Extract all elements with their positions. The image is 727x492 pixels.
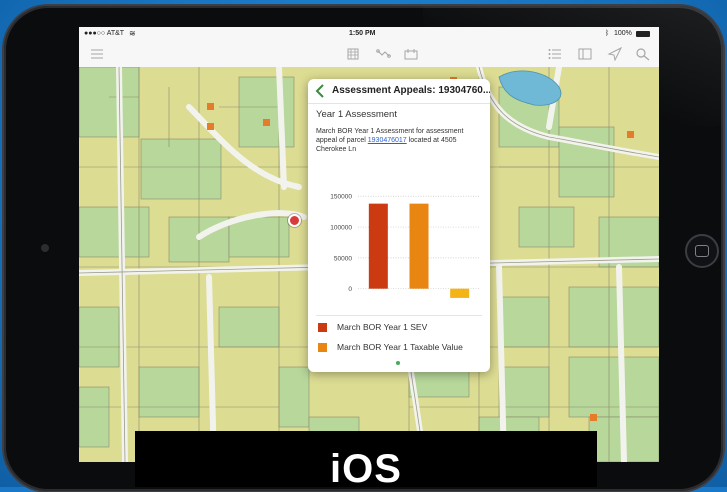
chart-bar[interactable] — [409, 203, 429, 289]
home-square-icon — [695, 245, 709, 257]
popup-description: March BOR Year 1 Assessment for assessme… — [316, 127, 484, 154]
caption-text: iOS — [330, 447, 402, 491]
parcel-link[interactable]: 1930476017 — [368, 137, 407, 144]
legend-swatch — [318, 322, 327, 332]
assessment-bar-chart: 0 50000 100000 150000 — [330, 194, 480, 298]
basemap-icon[interactable] — [345, 47, 361, 61]
carrier-label: ●●●○○ AT&T — [84, 30, 125, 37]
page-indicator-dot — [396, 361, 400, 365]
app-screen: ●●●○○ AT&T ≋ 1:50 PM ᛒ 100% Assessment A… — [79, 27, 659, 462]
chart-bar[interactable] — [450, 288, 470, 298]
measure-icon[interactable] — [375, 47, 391, 61]
status-bar: ●●●○○ AT&T ≋ 1:50 PM ᛒ 100% — [79, 27, 659, 41]
legend-divider — [316, 315, 482, 316]
popup-header: Assessment Appeals: 19304760... — [308, 79, 490, 104]
navigate-icon[interactable] — [607, 46, 623, 62]
selected-parcel-marker[interactable] — [288, 214, 301, 227]
camera-icon — [41, 244, 49, 252]
menu-icon[interactable] — [89, 47, 105, 61]
y-tick-label: 50000 — [334, 255, 352, 262]
battery-label: 100% — [614, 30, 632, 37]
search-icon[interactable] — [635, 47, 651, 61]
y-tick-label: 100000 — [330, 225, 352, 232]
back-chevron-icon[interactable] — [313, 83, 327, 99]
bookmark-icon[interactable] — [403, 47, 419, 61]
legend-list-icon[interactable] — [547, 47, 563, 61]
section-title: Year 1 Assessment — [316, 109, 397, 120]
y-tick-label: 150000 — [330, 194, 352, 201]
status-time: 1:50 PM — [349, 30, 376, 37]
map-toolbar — [79, 41, 659, 68]
map-layers-icon[interactable] — [577, 47, 593, 61]
legend-label: March BOR Year 1 SEV — [337, 322, 428, 332]
legend-item: March BOR Year 1 Taxable Value — [318, 342, 463, 352]
legend-swatch — [318, 342, 327, 352]
feature-popup: Assessment Appeals: 19304760... Year 1 A… — [308, 79, 490, 372]
legend-item: March BOR Year 1 SEV — [318, 322, 427, 332]
legend-label: March BOR Year 1 Taxable Value — [337, 342, 463, 352]
wifi-icon: ≋ — [129, 29, 136, 38]
y-tick-label: 0 — [348, 286, 352, 293]
popup-title: Assessment Appeals: 19304760... — [332, 85, 490, 96]
battery-icon — [636, 31, 650, 37]
home-button[interactable] — [685, 234, 719, 268]
platform-caption: iOS — [135, 431, 597, 491]
chart-bar[interactable] — [368, 203, 388, 289]
bluetooth-icon: ᛒ — [605, 30, 610, 37]
